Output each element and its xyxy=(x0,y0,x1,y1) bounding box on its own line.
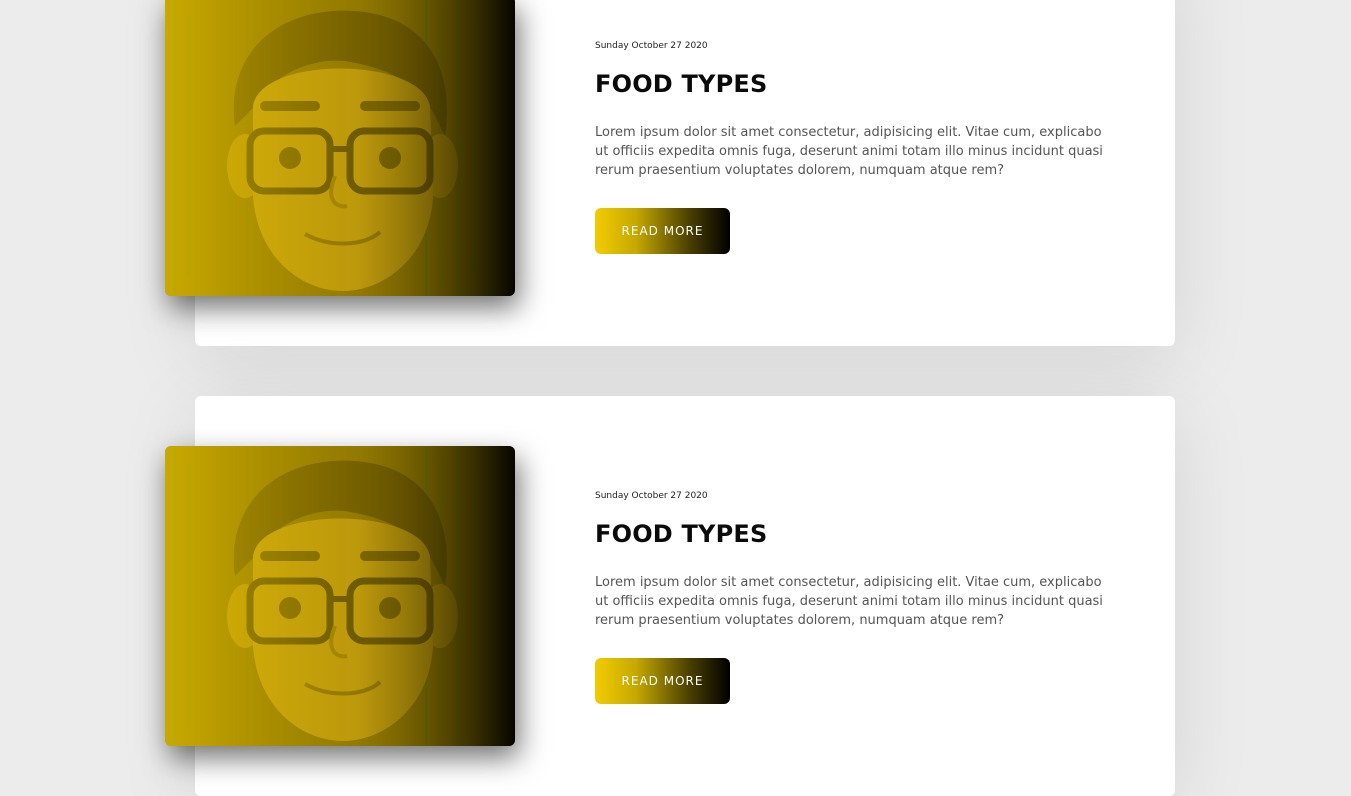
read-more-button[interactable]: READ MORE xyxy=(595,658,730,704)
post-title: FOOD TYPES xyxy=(595,520,768,548)
blog-card: Sunday October 27 2020 FOOD TYPES Lorem … xyxy=(165,0,1175,346)
post-description: Lorem ipsum dolor sit amet consectetur, … xyxy=(595,575,1103,628)
avatar-illustration-icon xyxy=(165,446,515,746)
blog-card-image xyxy=(165,0,515,296)
post-description: Lorem ipsum dolor sit amet consectetur, … xyxy=(595,125,1103,178)
post-title: FOOD TYPES xyxy=(595,70,768,98)
post-date: Sunday October 27 2020 xyxy=(595,41,708,51)
blog-card-image xyxy=(165,446,515,746)
post-date: Sunday October 27 2020 xyxy=(595,491,708,501)
blog-card: Sunday October 27 2020 FOOD TYPES Lorem … xyxy=(165,396,1175,796)
avatar-illustration-icon xyxy=(165,0,515,296)
read-more-button[interactable]: READ MORE xyxy=(595,208,730,254)
